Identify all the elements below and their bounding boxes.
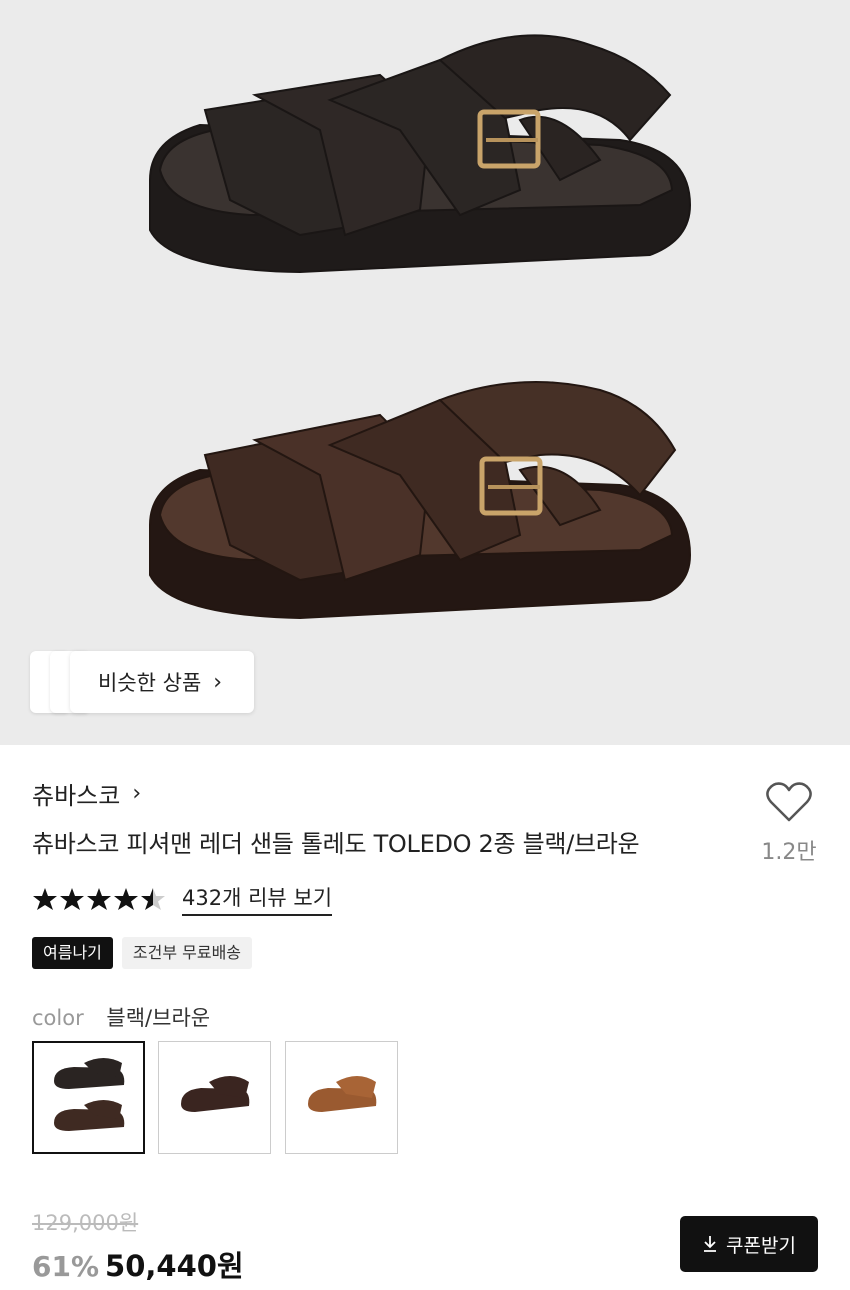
star-icon bbox=[60, 888, 84, 910]
star-icon bbox=[141, 888, 165, 910]
color-label: color bbox=[32, 1006, 84, 1030]
color-swatch-brown[interactable] bbox=[158, 1041, 271, 1154]
product-image[interactable] bbox=[0, 0, 850, 745]
coupon-button[interactable]: 쿠폰받기 bbox=[680, 1216, 818, 1272]
product-title: 츄바스코 피셔맨 레더 샌들 톨레도 TOLEDO 2종 블랙/브라운 bbox=[32, 830, 640, 858]
color-row: color 블랙/브라운 bbox=[32, 1002, 210, 1032]
heart-icon bbox=[766, 782, 812, 822]
color-value: 블랙/브라운 bbox=[106, 1006, 211, 1030]
color-swatch-black-brown[interactable] bbox=[32, 1041, 145, 1154]
similar-products-button[interactable]: 비슷한 상품 › bbox=[70, 651, 254, 713]
original-price: 129,000원 bbox=[32, 1211, 139, 1235]
chevron-right-icon: › bbox=[132, 781, 142, 806]
tag-summer[interactable]: 여름나기 bbox=[32, 937, 113, 969]
discount-rate: 61% bbox=[32, 1250, 100, 1283]
brand-name: 츄바스코 bbox=[32, 782, 121, 810]
sale-price: 50,440원 bbox=[105, 1249, 244, 1283]
coupon-label: 쿠폰받기 bbox=[726, 1234, 796, 1257]
swatch-image bbox=[181, 1076, 250, 1112]
download-icon bbox=[704, 1236, 717, 1252]
color-swatch-tan[interactable] bbox=[285, 1041, 398, 1154]
star-icon bbox=[114, 888, 138, 910]
star-icon bbox=[87, 888, 111, 910]
star-rating bbox=[33, 888, 165, 910]
like-button[interactable]: 1.2만 bbox=[756, 780, 822, 866]
swatch-image bbox=[308, 1076, 377, 1112]
sandal-illustration bbox=[149, 34, 692, 620]
star-icon bbox=[33, 888, 57, 910]
brand-link[interactable]: 츄바스코 › bbox=[32, 776, 141, 811]
rating-row: 432개 리뷰 보기 bbox=[32, 882, 333, 916]
review-link[interactable]: 432개 리뷰 보기 bbox=[182, 882, 333, 916]
similar-products-label: 비슷한 상품 bbox=[98, 671, 202, 695]
tag-free-shipping: 조건부 무료배송 bbox=[121, 937, 253, 969]
chevron-right-icon: › bbox=[213, 669, 223, 695]
like-count: 1.2만 bbox=[761, 840, 817, 865]
tag-list: 여름나기 조건부 무료배송 bbox=[32, 937, 261, 969]
price-row: 61% 50,440원 bbox=[32, 1243, 244, 1285]
swatch-image bbox=[54, 1058, 125, 1131]
